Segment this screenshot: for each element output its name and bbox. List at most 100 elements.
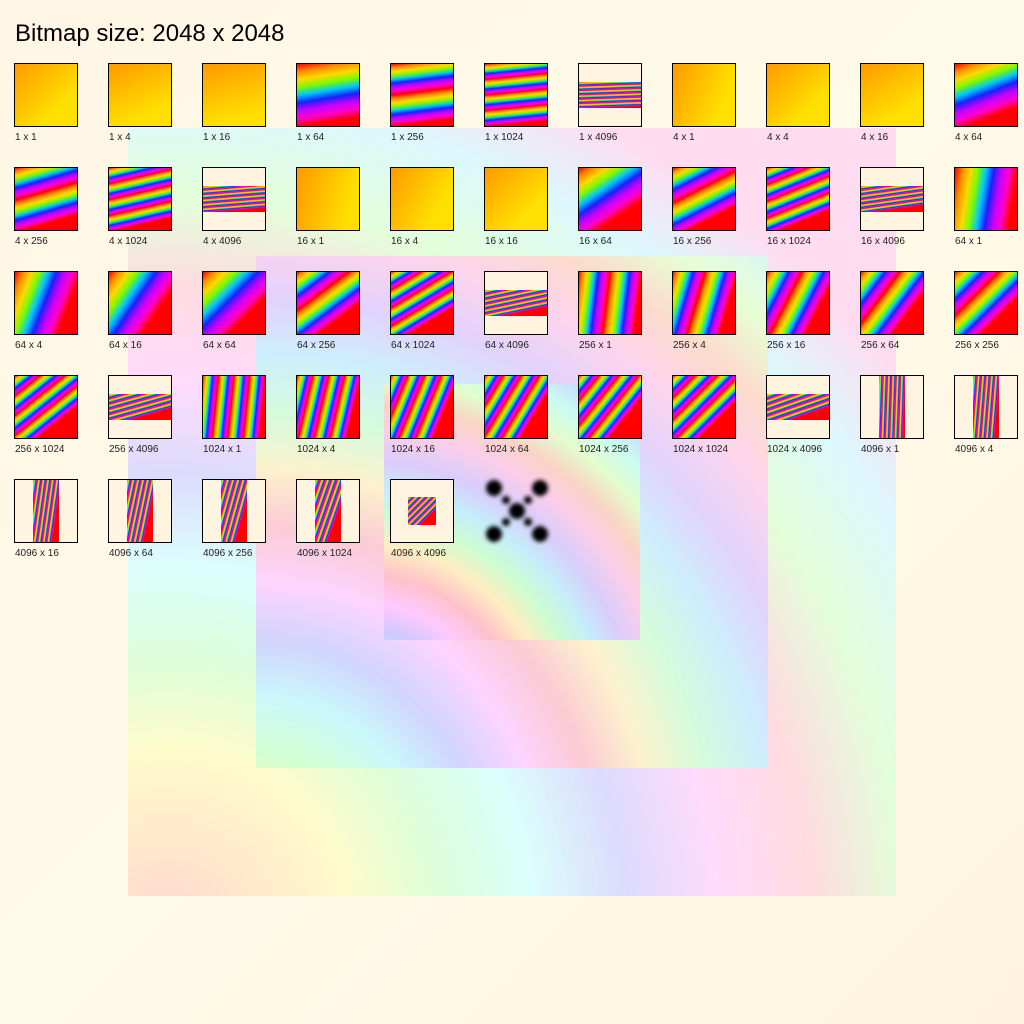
thumbnail-label: 256 x 16 xyxy=(767,340,806,351)
thumbnail-label: 4 x 256 xyxy=(15,236,48,247)
thumbnail-image xyxy=(202,479,266,543)
thumbnail-label: 16 x 16 xyxy=(485,236,518,247)
thumbnail-item: 1 x 256 xyxy=(390,63,470,163)
thumbnail-image xyxy=(296,479,360,543)
thumbnail-image xyxy=(578,167,642,231)
thumbnail-image xyxy=(108,63,172,127)
thumbnail-label: 4 x 1 xyxy=(673,132,695,143)
thumbnail-image xyxy=(296,375,360,439)
thumbnail-label: 4096 x 1024 xyxy=(297,548,353,559)
thumbnail-label: 4096 x 4096 xyxy=(391,548,447,559)
thumbnail-item: 1024 x 256 xyxy=(578,375,658,475)
thumbnail-label: 4096 x 4 xyxy=(955,444,994,455)
thumbnail-label: 256 x 4 xyxy=(673,340,706,351)
thumbnail-image xyxy=(14,271,78,335)
thumbnail-image xyxy=(390,271,454,335)
thumbnail-label: 1024 x 1 xyxy=(203,444,242,455)
thumbnail-item: 4 x 256 xyxy=(14,167,94,267)
thumbnail-item: 4 x 4096 xyxy=(202,167,282,267)
thumbnail-image xyxy=(390,479,454,543)
thumbnail-image xyxy=(954,271,1018,335)
thumbnail-label: 1024 x 16 xyxy=(391,444,435,455)
thumbnail-label: 4 x 16 xyxy=(861,132,889,143)
thumbnail-image xyxy=(108,375,172,439)
thumbnail-item: 256 x 1024 xyxy=(14,375,94,475)
thumbnail-image xyxy=(954,167,1018,231)
thumbnail-item: 16 x 4096 xyxy=(860,167,940,267)
thumbnail-image xyxy=(202,271,266,335)
thumbnail-image xyxy=(390,167,454,231)
thumbnail-image xyxy=(108,479,172,543)
thumbnail-label: 1 x 256 xyxy=(391,132,424,143)
thumbnail-label: 1024 x 256 xyxy=(579,444,629,455)
thumbnail-item: 1 x 1024 xyxy=(484,63,564,163)
thumbnail-label: 1024 x 4 xyxy=(297,444,336,455)
thumbnail-image xyxy=(766,375,830,439)
thumbnail-item: 256 x 16 xyxy=(766,271,846,371)
thumbnail-image xyxy=(296,271,360,335)
thumbnail-image xyxy=(108,271,172,335)
thumbnail-item: 4096 x 64 xyxy=(108,479,188,579)
thumbnail-label: 64 x 4 xyxy=(15,340,43,351)
thumbnail-item: 1024 x 16 xyxy=(390,375,470,475)
thumbnail-item: 64 x 1 xyxy=(954,167,1024,267)
thumbnail-item: 256 x 1 xyxy=(578,271,658,371)
thumbnail-image xyxy=(672,375,736,439)
thumbnail-image xyxy=(202,167,266,231)
thumbnail-label: 64 x 1 xyxy=(955,236,983,247)
thumbnail-image xyxy=(672,167,736,231)
thumbnail-label: 1 x 4 xyxy=(109,132,131,143)
thumbnail-item: 4096 x 4 xyxy=(954,375,1024,475)
thumbnail-item: 256 x 256 xyxy=(954,271,1024,371)
thumbnail-label: 16 x 1 xyxy=(297,236,325,247)
thumbnail-image xyxy=(578,271,642,335)
thumbnail-image xyxy=(296,167,360,231)
thumbnail-label: 4096 x 64 xyxy=(109,548,153,559)
thumbnail-item: 4 x 1024 xyxy=(108,167,188,267)
thumbnail-label: 16 x 1024 xyxy=(767,236,811,247)
thumbnail-label: 64 x 1024 xyxy=(391,340,435,351)
thumbnail-item: 64 x 64 xyxy=(202,271,282,371)
thumbnail-image xyxy=(390,375,454,439)
thumbnail-label: 256 x 1024 xyxy=(15,444,65,455)
thumbnail-item: 16 x 64 xyxy=(578,167,658,267)
thumbnail-item: 64 x 256 xyxy=(296,271,376,371)
thumbnail-item: 4 x 16 xyxy=(860,63,940,163)
thumbnail-item: 16 x 16 xyxy=(484,167,564,267)
thumbnail-label: 16 x 4096 xyxy=(861,236,905,247)
thumbnail-item: 4 x 4 xyxy=(766,63,846,163)
thumbnail-item: 16 x 1024 xyxy=(766,167,846,267)
thumbnail-image xyxy=(954,63,1018,127)
thumbnail-image xyxy=(954,375,1018,439)
thumbnail-item: 64 x 16 xyxy=(108,271,188,371)
thumbnail-label: 1 x 1024 xyxy=(485,132,524,143)
thumbnail-item: 4 x 1 xyxy=(672,63,752,163)
thumbnail-label: 4096 x 1 xyxy=(861,444,900,455)
thumbnail-image xyxy=(672,271,736,335)
thumbnail-image xyxy=(484,167,548,231)
blurred-dots-pattern xyxy=(486,480,548,542)
thumbnail-label: 16 x 256 xyxy=(673,236,712,247)
thumbnail-image xyxy=(108,167,172,231)
thumbnail-image xyxy=(202,63,266,127)
thumbnail-item: 1024 x 4 xyxy=(296,375,376,475)
thumbnail-image xyxy=(14,167,78,231)
thumbnail-label: 256 x 1 xyxy=(579,340,612,351)
thumbnail-item: 4096 x 4096 xyxy=(390,479,470,579)
thumbnail-image xyxy=(14,375,78,439)
thumbnail-label: 256 x 256 xyxy=(955,340,999,351)
thumbnail-image xyxy=(766,63,830,127)
thumbnail-image xyxy=(14,479,78,543)
thumbnail-image xyxy=(860,167,924,231)
thumbnail-image xyxy=(202,375,266,439)
thumbnail-item: 1 x 1 xyxy=(14,63,94,163)
thumbnail-item: 256 x 4 xyxy=(672,271,752,371)
thumbnail-item: 256 x 4096 xyxy=(108,375,188,475)
thumbnail-image xyxy=(578,375,642,439)
thumbnail-item: 256 x 64 xyxy=(860,271,940,371)
thumbnail-label: 4 x 1024 xyxy=(109,236,148,247)
thumbnail-image xyxy=(766,167,830,231)
thumbnail-label: 4 x 4096 xyxy=(203,236,242,247)
thumbnail-label: 64 x 256 xyxy=(297,340,336,351)
thumbnail-label: 1 x 4096 xyxy=(579,132,618,143)
